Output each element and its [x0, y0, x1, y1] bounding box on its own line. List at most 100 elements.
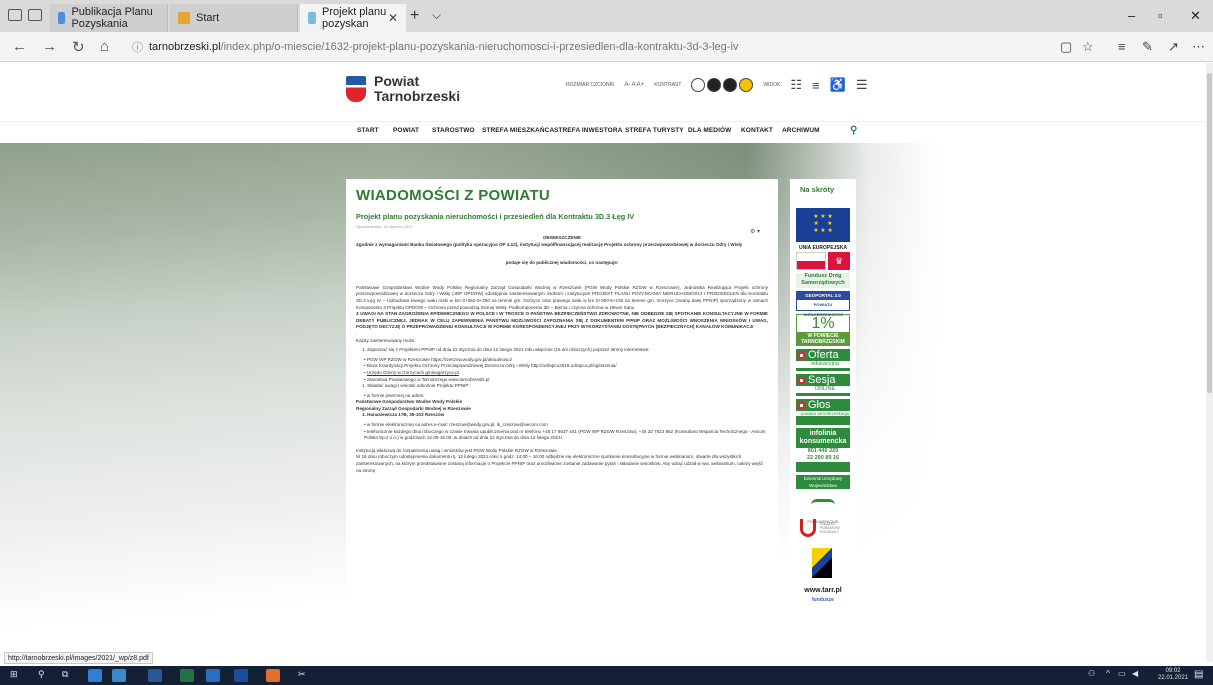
nav-strefa-mieszkanca[interactable]: STREFA MIESZKAŃCA	[482, 127, 554, 134]
new-tab-icon[interactable]: +	[410, 7, 419, 25]
sidebar-title: Na skróty	[800, 185, 835, 194]
outlook-icon[interactable]	[206, 669, 220, 682]
excel-icon[interactable]	[180, 669, 194, 682]
contrast-default-button[interactable]	[691, 78, 706, 92]
volume-icon[interactable]: ◀	[1132, 669, 1138, 678]
home-icon[interactable]: ⌂	[100, 38, 109, 55]
network-icon[interactable]: ▭	[1118, 669, 1126, 678]
info-number-1: 801 440 220	[796, 448, 850, 455]
list-item[interactable]: • Starostwa Powiatowego w Tarnobrzegu ww…	[356, 377, 768, 384]
action-center-icon[interactable]: ▤	[1194, 669, 1203, 680]
nav-archiwum[interactable]: ARCHIWUM	[782, 127, 820, 134]
favorite-star-icon[interactable]: ☆	[1082, 39, 1094, 55]
word-icon[interactable]	[148, 669, 162, 682]
windows-taskbar: ⊞ ⚲ ⧉ ✂ ⚇ ^ ▭ ◀ 09:02 22.01.2021 ▤	[0, 666, 1213, 685]
people-icon[interactable]: ⚇	[1088, 669, 1095, 678]
email-item[interactable]: • w formie elektronicznej na adres e-mai…	[356, 422, 768, 429]
glos-powiatu-banner[interactable]: Głos powiatu tarnobrzeskiego	[796, 399, 850, 425]
dziennik-urzedowy-banner[interactable]: Dziennik Urzędowy Województwa Podkarpack…	[796, 475, 850, 495]
page-scrollbar[interactable]	[1206, 63, 1213, 662]
favorites-hub-icon[interactable]: ≡	[1118, 39, 1126, 54]
tarr-banner[interactable]	[796, 548, 850, 584]
file-explorer-icon[interactable]	[112, 669, 126, 682]
search-icon[interactable]: ⚲	[38, 669, 45, 680]
eu-flag-banner[interactable]: ★ ★ ★ ★ ★ ★ ★ ★	[796, 208, 850, 242]
nav-kontakt[interactable]: KONTAKT	[741, 127, 773, 134]
scrollbar-thumb[interactable]	[1207, 73, 1212, 393]
contrast-inverted-button[interactable]	[723, 78, 738, 92]
share-icon[interactable]: ↗	[1168, 39, 1179, 55]
poland-flag-banner[interactable]: ♛	[796, 252, 850, 270]
paint-icon[interactable]	[266, 669, 280, 682]
refresh-icon[interactable]: ↻	[72, 38, 85, 56]
font-size-buttons[interactable]: A- A A+	[624, 82, 644, 88]
nav-dla-mediow[interactable]: DLA MEDIÓW	[688, 127, 731, 134]
task-view-icon[interactable]: ⧉	[62, 669, 68, 680]
tarr-caption[interactable]: www.tarr.pl	[796, 587, 850, 594]
accessibility-icon[interactable]: ♿	[830, 77, 846, 93]
fundusz-drog-banner[interactable]: Fundusz Dróg Samorządowych	[796, 273, 850, 288]
search-icon[interactable]: ⚲	[850, 125, 857, 136]
tab-list-chevron-icon[interactable]: ⌵	[432, 8, 441, 23]
windows-start-icon[interactable]: ⊞	[10, 669, 18, 680]
zwiazek-powiatow-banner[interactable]: ZWIĄZEK POWIATÓW POLSKICH	[796, 515, 850, 545]
oferta-edukacyjna-banner[interactable]: Oferta edukacyjna	[796, 349, 850, 371]
reading-view-icon[interactable]: ▢	[1060, 39, 1072, 55]
snipping-tool-icon[interactable]: ✂	[298, 669, 306, 680]
eu-caption: UNIA EUROPEJSKA	[799, 245, 847, 251]
infolinia-konsumencka-banner[interactable]: infolinia konsumencka 801 440 220 22 290…	[796, 428, 850, 472]
article-tools-gear-icon[interactable]: ⚙ ▾	[750, 228, 760, 235]
section-title: WIADOMOŚCI Z POWIATU	[356, 187, 551, 204]
sidebar-shortcuts: Na skróty ★ ★ ★ ★ ★ ★ ★ ★ UNIA EUROPEJSKA …	[790, 179, 856, 662]
published-date: Opublikowano: 22 styczeń 2021 ⚙ ▾	[356, 224, 768, 235]
set-aside-tabs-icon[interactable]	[28, 9, 42, 21]
tab-projekt[interactable]: Projekt planu pozyskan ✕	[300, 4, 406, 32]
info-line-1: infolinia	[809, 430, 837, 437]
view-list-icon[interactable]: ≡	[812, 78, 820, 93]
sign-language-icon[interactable]: ☰	[856, 77, 868, 93]
system-clock[interactable]: 09:02 22.01.2021	[1158, 668, 1188, 682]
tab-favicon-icon	[308, 12, 317, 24]
contrast-yellow-button[interactable]	[739, 78, 754, 92]
nav-strefa-turysty[interactable]: STREFA TURYSTY	[625, 127, 684, 134]
tab-close-icon[interactable]: ✕	[388, 11, 398, 25]
zpp-shield-icon	[800, 519, 816, 537]
tab-actions-icon[interactable]	[8, 9, 22, 21]
nav-powiat[interactable]: POWIAT	[393, 127, 419, 134]
podkarpackie-wave-icon	[811, 498, 835, 505]
sesja-online-banner[interactable]: Sesja ONLINE	[796, 374, 850, 396]
minimize-icon[interactable]: –	[1128, 8, 1135, 23]
article-intro: Zgodnie z wymaganiami Banku Światowego (…	[356, 241, 743, 247]
list-item[interactable]: • PGW WP RZGW w Rzeszowie https://rzeszo…	[356, 357, 768, 364]
hp-app-icon[interactable]	[234, 669, 248, 682]
list-item[interactable]: • Biura Koordynacji Projektu Ochrony Prz…	[356, 363, 768, 370]
back-icon[interactable]: ←	[12, 38, 27, 55]
coat-of-arms-icon	[346, 76, 366, 102]
address-line-3: 1. Hanasiewicza 17B, 35-103 Rzeszów	[362, 412, 445, 418]
site-info-icon[interactable]: ⓘ	[132, 39, 143, 55]
article-item-1: 1. Zapoznać się z Projektem PPNIP od dni…	[362, 347, 650, 353]
square-logo-icon	[798, 402, 805, 409]
square-logo-icon	[798, 377, 805, 384]
tab-publikacja[interactable]: Publikacja Planu Pozyskania	[50, 4, 168, 32]
nav-starostwo[interactable]: STAROSTWO	[432, 127, 475, 134]
nav-start[interactable]: START	[357, 127, 379, 134]
url-field[interactable]: ⓘ tarnobrzeski.pl /index.php/o-miescie/1…	[132, 36, 1042, 58]
notes-pen-icon[interactable]: ✎	[1142, 39, 1153, 55]
maximize-icon[interactable]: ▫	[1158, 8, 1163, 23]
article-title[interactable]: Projekt planu pozyskania nieruchomości i…	[356, 212, 768, 221]
list-item[interactable]: • Urzędu Gminy w Gorzycach gminagorzyce.…	[356, 370, 768, 377]
edge-browser-icon[interactable]	[88, 669, 102, 682]
geoportal-banner[interactable]: GEOPORTAL 2.0 POWIATU TARNOBRZESKIEGO	[796, 291, 850, 317]
more-menu-icon[interactable]: ⋯	[1192, 39, 1205, 55]
status-link-preview: http://tarnobrzeski.pl/images/2021/_wp/z…	[4, 652, 153, 664]
close-window-icon[interactable]: ✕	[1190, 8, 1201, 24]
tray-chevron-icon[interactable]: ^	[1106, 669, 1110, 678]
tab-start[interactable]: Start	[170, 4, 298, 32]
forward-icon[interactable]: →	[42, 38, 57, 55]
view-grid-icon[interactable]: ☷	[790, 77, 802, 93]
site-logo[interactable]: Powiat Tarnobrzeski	[346, 74, 460, 104]
contrast-dark-button[interactable]	[707, 78, 722, 92]
podkarpackie-banner[interactable]: PODKARPACKIE	[796, 492, 850, 524]
nav-strefa-inwestora[interactable]: STREFA INWESTORA	[554, 127, 622, 134]
